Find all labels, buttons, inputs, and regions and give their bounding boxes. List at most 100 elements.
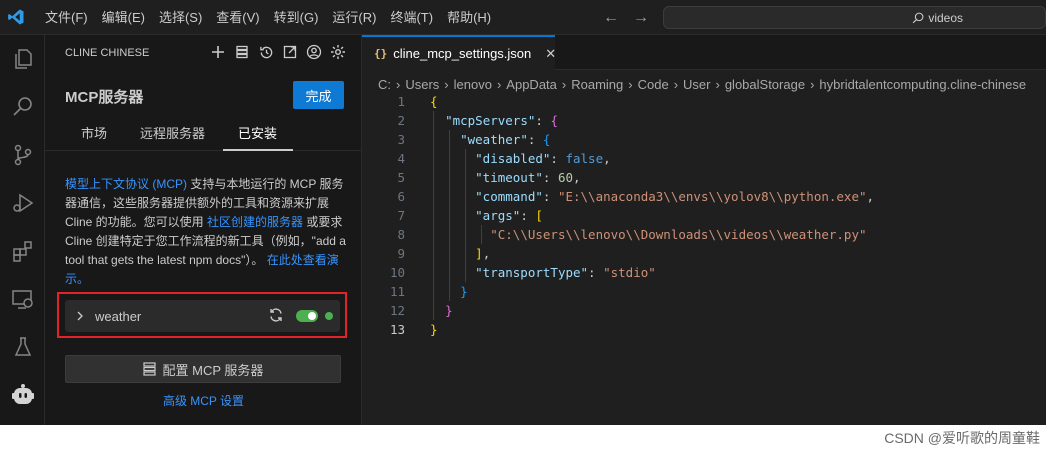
server-row-weather[interactable]: weather	[65, 300, 340, 332]
editor-tab-cline-mcp-settings[interactable]: {} cline_mcp_settings.json ✕	[362, 35, 556, 70]
command-center-search[interactable]: videos	[663, 6, 1046, 29]
community-servers-link[interactable]: 社区创建的服务器	[207, 215, 303, 229]
breadcrumb-item[interactable]: Users	[405, 77, 439, 92]
breadcrumb-separator-icon: ›	[715, 76, 720, 92]
code-editor[interactable]: 1{ 2 "mcpServers": { 3 "weather": { 4 "d…	[362, 92, 1046, 339]
menu-file[interactable]: 文件(F)	[38, 0, 95, 35]
cline-sidebar: CLINE CHINESE MCP服务器 完成 市场 远程服务器 已安装 模型上…	[45, 35, 362, 425]
code-line: 1{	[362, 92, 1046, 111]
run-debug-icon[interactable]	[0, 179, 45, 227]
breadcrumb-item[interactable]: AppData	[506, 77, 557, 92]
breadcrumb-item[interactable]: hybridtalentcomputing.cline-chinese	[819, 77, 1026, 92]
breadcrumb-item[interactable]: Roaming	[571, 77, 623, 92]
breadcrumb-separator-icon: ›	[673, 76, 679, 92]
line-number: 1	[397, 94, 405, 109]
server-enable-toggle[interactable]	[296, 310, 318, 322]
tab-remote-servers[interactable]: 远程服务器	[140, 123, 205, 142]
mcp-protocol-link[interactable]: 模型上下文协议 (MCP)	[65, 177, 187, 191]
remote-explorer-icon[interactable]	[0, 275, 45, 323]
json-key: "timeout"	[475, 170, 543, 185]
menu-terminal[interactable]: 终端(T)	[383, 0, 440, 35]
tab-marketplace[interactable]: 市场	[81, 123, 107, 142]
breadcrumb-separator-icon: ›	[444, 76, 449, 92]
menu-view[interactable]: 查看(V)	[209, 0, 266, 35]
history-icon[interactable]	[257, 43, 275, 61]
settings-gear-icon[interactable]	[329, 43, 347, 61]
watermark: CSDN @爱听歌的周童鞋	[884, 430, 1040, 446]
breadcrumb-separator-icon: ›	[561, 76, 567, 92]
server-stack-icon[interactable]	[233, 43, 251, 61]
json-key: "command"	[475, 189, 543, 204]
cline-robot-icon[interactable]	[0, 371, 45, 419]
editor-area: {} cline_mcp_settings.json ✕ C: › Users › …	[362, 35, 1046, 425]
json-value: "stdio"	[603, 265, 656, 280]
explorer-icon[interactable]	[0, 35, 45, 83]
search-view-icon[interactable]	[0, 83, 45, 131]
server-status-dot	[325, 312, 333, 320]
mcp-description: 模型上下文协议 (MCP) 支持与本地运行的 MCP 服务器通信，这些服务器提供…	[65, 175, 349, 289]
tab-installed[interactable]: 已安装	[238, 123, 277, 142]
code-line: 6 "command": "E:\\anaconda3\\envs\\yolov…	[362, 187, 1046, 206]
line-number: 3	[397, 132, 405, 147]
back-arrow-icon[interactable]: ←	[603, 9, 619, 27]
sidebar-toolbar	[209, 43, 347, 61]
json-key: "mcpServers"	[445, 113, 536, 128]
line-number: 8	[397, 227, 405, 242]
json-key: "args"	[475, 208, 521, 223]
breadcrumb-item[interactable]: lenovo	[454, 77, 492, 92]
search-value: videos	[928, 10, 963, 25]
code-line: 12 }	[362, 301, 1046, 320]
active-tab-indicator	[223, 149, 293, 151]
code-line: 11 }	[362, 282, 1046, 301]
code-line: 4 "disabled": false,	[362, 149, 1046, 168]
json-key: "weather"	[460, 132, 528, 147]
json-value: "E:\\anaconda3\\envs\\yolov8\\python.exe…	[557, 189, 867, 204]
menu-bar: 文件(F) 编辑(E) 选择(S) 查看(V) 转到(G) 运行(R) 终端(T…	[38, 0, 498, 35]
toggle-knob	[308, 312, 316, 320]
menu-edit[interactable]: 编辑(E)	[95, 0, 152, 35]
plus-icon[interactable]	[209, 43, 227, 61]
breadcrumb-separator-icon: ›	[496, 76, 502, 92]
breadcrumb-item[interactable]: User	[683, 77, 710, 92]
code-line: 9 ],	[362, 244, 1046, 263]
breadcrumb-item[interactable]: C:	[378, 77, 391, 92]
breadcrumb-item[interactable]: Code	[638, 77, 669, 92]
configure-label: 配置 MCP 服务器	[162, 362, 264, 378]
chevron-right-icon[interactable]	[75, 311, 85, 321]
json-file-icon: {}	[374, 47, 388, 60]
account-icon[interactable]	[305, 43, 323, 61]
nav-arrows: ← →	[603, 0, 649, 35]
activity-bar	[0, 35, 45, 425]
vscode-logo-icon[interactable]	[2, 0, 30, 35]
menu-selection[interactable]: 选择(S)	[152, 0, 209, 35]
menu-help[interactable]: 帮助(H)	[440, 0, 498, 35]
breadcrumb-separator-icon: ›	[628, 76, 633, 92]
line-number: 5	[397, 170, 405, 185]
code-line: 5 "timeout": 60,	[362, 168, 1046, 187]
refresh-icon[interactable]	[268, 307, 284, 326]
json-value: "C:\\Users\\lenovo\\Downloads\\videos\\w…	[490, 227, 867, 242]
source-control-icon[interactable]	[0, 131, 45, 179]
line-number: 12	[389, 303, 405, 318]
code-line: 2 "mcpServers": {	[362, 111, 1046, 130]
line-number: 9	[397, 246, 405, 261]
forward-arrow-icon[interactable]: →	[633, 9, 649, 27]
page-title: MCP服务器	[65, 89, 144, 106]
code-line: 13}	[362, 320, 1046, 339]
code-line: 10 "transportType": "stdio"	[362, 263, 1046, 282]
title-bar: 文件(F) 编辑(E) 选择(S) 查看(V) 转到(G) 运行(R) 终端(T…	[0, 0, 1046, 35]
line-number: 10	[389, 265, 405, 280]
extensions-icon[interactable]	[0, 227, 45, 275]
external-link-icon[interactable]	[281, 43, 299, 61]
configure-mcp-servers-button[interactable]: 配置 MCP 服务器	[65, 355, 341, 383]
testing-flask-icon[interactable]	[0, 323, 45, 371]
menu-run[interactable]: 运行(R)	[325, 0, 383, 35]
line-number: 13	[389, 322, 405, 337]
done-button[interactable]: 完成	[293, 81, 344, 109]
json-value: false	[565, 151, 604, 166]
menu-go[interactable]: 转到(G)	[267, 0, 326, 35]
close-tab-icon[interactable]: ✕	[545, 46, 556, 62]
breadcrumb-item[interactable]: globalStorage	[725, 77, 805, 92]
search-icon	[913, 12, 924, 23]
advanced-mcp-settings-link[interactable]: 高级 MCP 设置	[45, 392, 362, 409]
